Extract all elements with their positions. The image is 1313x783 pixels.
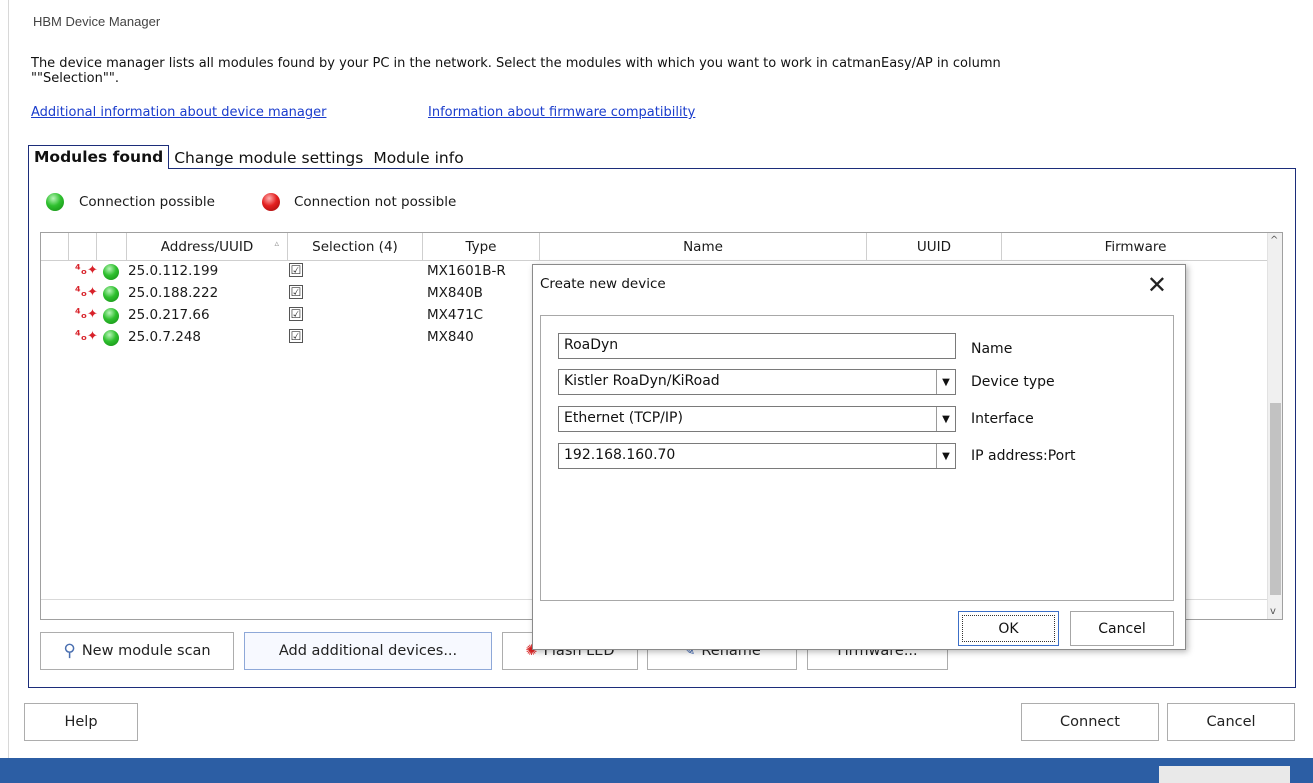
device-type-value: Kistler RoaDyn/KiRoad	[564, 373, 720, 389]
selection-checkbox[interactable]: ☑	[289, 285, 303, 299]
add-additional-devices-button[interactable]: Add additional devices...	[244, 632, 492, 670]
column-header-firmware[interactable]: Firmware	[1002, 233, 1269, 261]
tab-module-info[interactable]: Module info	[368, 147, 468, 169]
device-type-select[interactable]: Kistler RoaDyn/KiRoad ▼	[558, 369, 956, 395]
dialog-title: Create new device	[540, 276, 666, 292]
close-icon[interactable]: ✕	[1147, 271, 1167, 299]
module-address: 25.0.112.199	[128, 263, 219, 279]
red-ball-icon	[261, 193, 280, 211]
ip-address-value: 192.168.160.70	[564, 447, 676, 463]
column-header-indicator	[41, 233, 69, 261]
green-ball-icon	[103, 264, 119, 280]
device-signal-icon: ⁴ₒ✦	[75, 263, 98, 278]
module-address: 25.0.7.248	[128, 329, 201, 345]
sort-ascending-icon: ▵	[274, 239, 279, 249]
interface-label: Interface	[971, 411, 1034, 427]
column-header-status	[97, 233, 127, 261]
window-left-edge	[0, 0, 9, 758]
column-header-address[interactable]: Address/UUID ▵	[127, 233, 288, 261]
table-row[interactable]: ⁴ₒ✦ 25.0.217.66 ☑ MX471C	[41, 305, 561, 327]
device-signal-icon: ⁴ₒ✦	[75, 329, 98, 344]
chevron-down-icon[interactable]: ▼	[936, 370, 955, 394]
column-header-icon	[69, 233, 97, 261]
legend: Connection possible Connection not possi…	[46, 193, 456, 211]
ip-address-select[interactable]: 192.168.160.70 ▼	[558, 443, 956, 469]
scroll-up-icon[interactable]: ^	[1270, 235, 1278, 246]
module-address: 25.0.217.66	[128, 307, 210, 323]
dialog-cancel-button[interactable]: Cancel	[1070, 611, 1174, 646]
chevron-down-icon[interactable]: ▼	[936, 407, 955, 431]
window-title: HBM Device Manager	[33, 14, 161, 29]
magnifier-icon: ⚲	[63, 641, 76, 661]
module-type: MX1601B-R	[427, 263, 506, 279]
new-module-scan-button[interactable]: ⚲ New module scan	[40, 632, 234, 670]
create-new-device-dialog: Create new device ✕ RoaDyn Name Kistler …	[532, 264, 1186, 650]
taskbar-item[interactable]	[1159, 766, 1290, 783]
interface-select[interactable]: Ethernet (TCP/IP) ▼	[558, 406, 956, 432]
module-type: MX840	[427, 329, 474, 345]
device-signal-icon: ⁴ₒ✦	[75, 307, 98, 322]
address-column-label: Address/UUID	[160, 239, 254, 255]
column-header-type[interactable]: Type	[423, 233, 540, 261]
table-row[interactable]: ⁴ₒ✦ 25.0.7.248 ☑ MX840	[41, 327, 561, 349]
description-text: The device manager lists all modules fou…	[31, 56, 1001, 86]
new-module-scan-label: New module scan	[81, 643, 211, 659]
taskbar	[0, 758, 1313, 783]
scroll-down-icon[interactable]: v	[1270, 606, 1276, 617]
cancel-button[interactable]: Cancel	[1167, 703, 1295, 741]
dialog-fields-group: RoaDyn Name Kistler RoaDyn/KiRoad ▼ Devi…	[540, 315, 1174, 601]
column-header-uuid[interactable]: UUID	[867, 233, 1002, 261]
green-ball-icon	[103, 286, 119, 302]
interface-value: Ethernet (TCP/IP)	[564, 410, 683, 426]
legend-connection-possible: Connection possible	[79, 194, 215, 210]
tab-strip: Modules found Change module settings Mod…	[28, 145, 469, 169]
ip-address-label: IP address:Port	[971, 448, 1076, 464]
column-header-selection[interactable]: Selection (4)	[288, 233, 423, 261]
connect-button[interactable]: Connect	[1021, 703, 1159, 741]
help-button[interactable]: Help	[24, 703, 138, 741]
column-header-name[interactable]: Name	[540, 233, 867, 261]
green-ball-icon	[103, 330, 119, 346]
selection-checkbox[interactable]: ☑	[289, 307, 303, 321]
chevron-down-icon[interactable]: ▼	[936, 444, 955, 468]
table-row[interactable]: ⁴ₒ✦ 25.0.188.222 ☑ MX840B	[41, 283, 561, 305]
device-manager-info-link[interactable]: Additional information about device mana…	[31, 105, 326, 120]
scrollbar-thumb[interactable]	[1270, 403, 1281, 595]
module-address: 25.0.188.222	[128, 285, 219, 301]
device-signal-icon: ⁴ₒ✦	[75, 285, 98, 300]
tab-change-module-settings[interactable]: Change module settings	[169, 147, 368, 169]
table-header: Address/UUID ▵ Selection (4) Type Name U…	[41, 233, 1269, 261]
ok-button[interactable]: OK	[958, 611, 1059, 646]
green-ball-icon	[103, 308, 119, 324]
module-type: MX471C	[427, 307, 484, 323]
vertical-scrollbar[interactable]: ^ v	[1267, 233, 1282, 619]
name-field[interactable]: RoaDyn	[558, 333, 956, 359]
firmware-compatibility-link[interactable]: Information about firmware compatibility	[428, 105, 695, 120]
table-row[interactable]: ⁴ₒ✦ 25.0.112.199 ☑ MX1601B-R	[41, 261, 561, 283]
name-label: Name	[971, 341, 1013, 357]
legend-connection-not-possible: Connection not possible	[293, 194, 457, 210]
tab-modules-found[interactable]: Modules found	[28, 145, 170, 169]
module-type: MX840B	[427, 285, 483, 301]
selection-checkbox[interactable]: ☑	[289, 263, 303, 277]
device-type-label: Device type	[971, 374, 1055, 390]
green-ball-icon	[46, 193, 64, 211]
selection-checkbox[interactable]: ☑	[289, 329, 303, 343]
